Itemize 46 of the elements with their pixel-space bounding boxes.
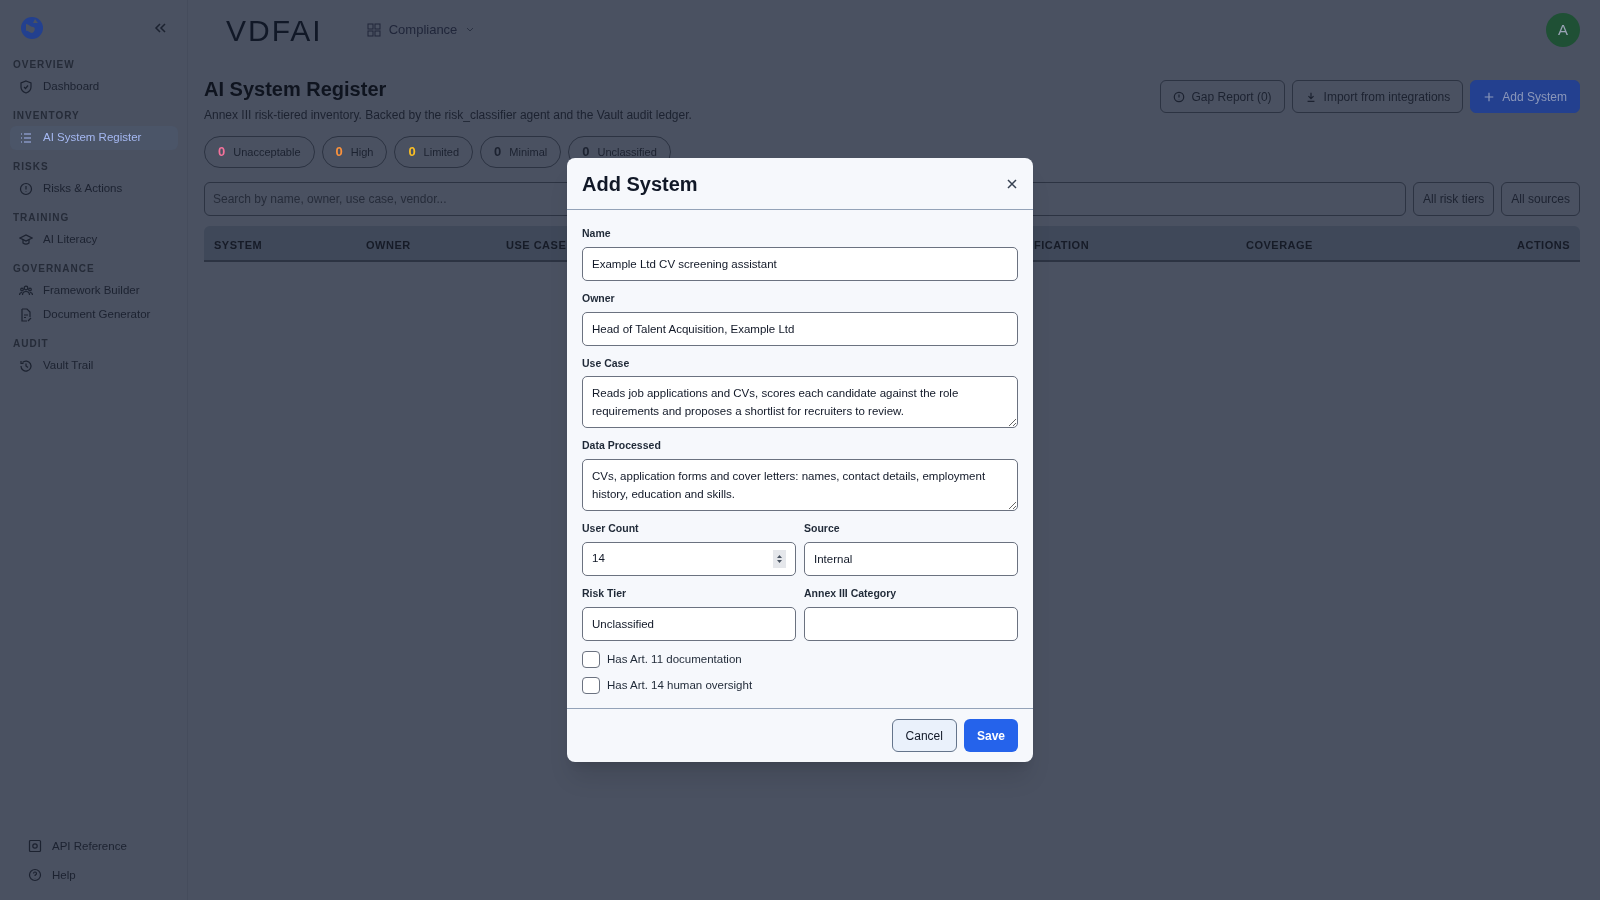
logo-text: VDFAI	[226, 12, 323, 49]
field-label: Risk Tier	[582, 585, 628, 601]
tier-count: 0	[335, 143, 343, 162]
checkbox-label: Has Art. 14 human oversight	[607, 677, 753, 693]
dialog-title: Add System	[582, 171, 698, 197]
field-label: Use Case	[582, 355, 631, 371]
field-label: Annex III Category	[804, 585, 898, 601]
checkbox-label: Has Art. 11 documentation	[607, 651, 742, 667]
cancel-button[interactable]: Cancel	[891, 719, 957, 752]
grid-icon	[366, 23, 381, 37]
help-icon	[28, 868, 42, 883]
field-label: Data Processed	[582, 438, 662, 454]
alert-circle-icon	[1172, 90, 1185, 103]
api-icon	[28, 839, 42, 854]
alert-circle-icon	[19, 182, 33, 196]
shield-check-icon	[19, 80, 33, 94]
text-field[interactable]: Unclassified	[582, 606, 796, 641]
page-title: AI System Register	[204, 77, 388, 102]
text-field[interactable]: Internal	[804, 541, 1018, 576]
checkbox[interactable]	[582, 676, 600, 694]
field-label: User Count	[582, 521, 640, 536]
globe-logo-icon	[20, 16, 44, 40]
graduation-cap-icon	[19, 233, 33, 247]
tier-count: 0	[408, 143, 416, 162]
field-label: Name	[582, 226, 612, 241]
stepper-icon[interactable]	[773, 549, 786, 568]
action-button[interactable]: Add System	[1470, 80, 1580, 113]
plus-icon	[1483, 90, 1496, 103]
tier-count: 0	[218, 143, 226, 162]
field-label: Owner	[582, 290, 616, 306]
close-icon[interactable]	[1006, 177, 1018, 190]
text-area[interactable]: CVs, application forms and cover letters: names, contact details, employment history, education and skills.	[582, 459, 1018, 511]
nav-item[interactable]: AI System Register	[10, 126, 178, 150]
checkbox[interactable]	[582, 650, 600, 668]
list-icon	[19, 131, 33, 145]
text-area[interactable]: Reads job applications and CVs, scores each candidate against the role requirements and proposes a shortlist for recruiters to review.	[582, 376, 1018, 429]
text-field[interactable]: Head of Talent Acquisition, Example Ltd	[582, 311, 1018, 346]
field-label: Source	[804, 521, 841, 536]
text-field[interactable]	[804, 606, 1018, 641]
number-field[interactable]: 14	[582, 541, 796, 576]
save-button[interactable]: Save	[963, 719, 1018, 752]
history-icon	[19, 359, 33, 373]
text-field[interactable]: Example Ltd CV screening assistant	[582, 246, 1018, 281]
users-icon	[19, 284, 33, 298]
document-icon	[19, 308, 33, 322]
user-avatar[interactable]: A	[1546, 13, 1580, 47]
